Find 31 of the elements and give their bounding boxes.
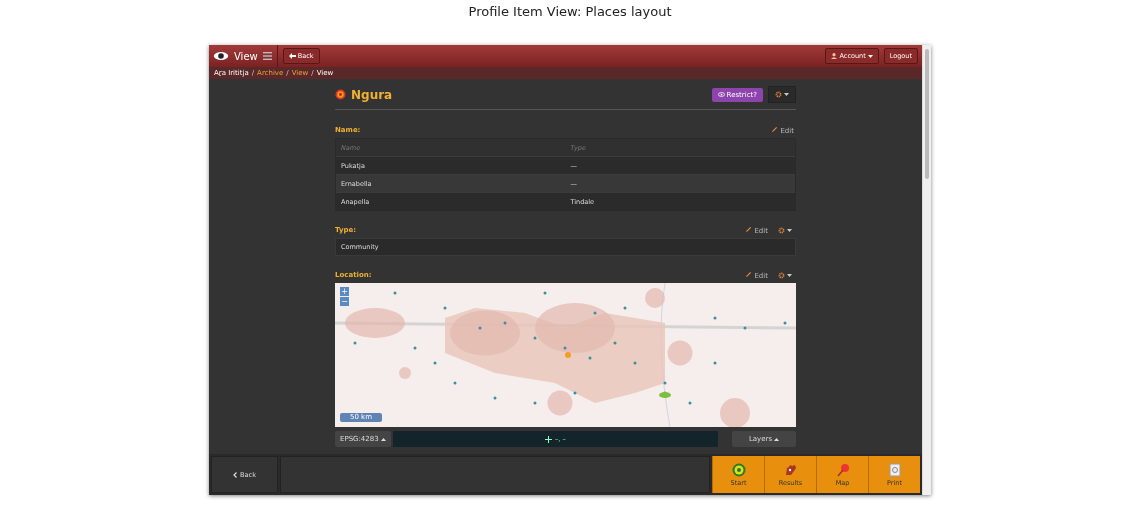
pushpin-icon bbox=[835, 462, 850, 477]
pencil-icon bbox=[745, 270, 753, 278]
zoom-in-button[interactable]: + bbox=[340, 287, 349, 296]
pencil-icon bbox=[771, 125, 779, 133]
caret-down-icon bbox=[787, 273, 792, 277]
spiral-icon bbox=[731, 462, 746, 477]
scrollbar[interactable] bbox=[922, 45, 931, 495]
caret-down-icon bbox=[867, 54, 873, 58]
arrow-left-icon bbox=[288, 53, 296, 59]
caret-up-icon bbox=[774, 437, 780, 441]
caret-down-icon bbox=[787, 228, 792, 232]
eye-logo-icon bbox=[213, 51, 229, 61]
eye-icon bbox=[717, 92, 725, 97]
gear-icon bbox=[778, 226, 785, 234]
chevron-left-icon bbox=[233, 471, 238, 478]
pencil-icon bbox=[745, 225, 753, 233]
document-icon bbox=[888, 462, 901, 477]
crosshair-icon bbox=[545, 435, 552, 443]
figure-caption: Profile Item View: Places layout bbox=[467, 3, 673, 21]
hand-icon bbox=[783, 462, 798, 477]
gear-icon bbox=[778, 271, 785, 279]
app-title: View bbox=[234, 50, 258, 62]
gear-icon bbox=[775, 91, 782, 98]
target-icon bbox=[335, 89, 346, 100]
menu-icon[interactable] bbox=[262, 52, 272, 60]
caret-down-icon bbox=[784, 93, 789, 96]
user-icon bbox=[831, 53, 838, 59]
caret-up-icon bbox=[380, 437, 386, 441]
settings-button[interactable] bbox=[768, 86, 796, 103]
item-title: Ngura bbox=[351, 87, 393, 102]
zoom-out-button[interactable]: − bbox=[340, 297, 349, 306]
